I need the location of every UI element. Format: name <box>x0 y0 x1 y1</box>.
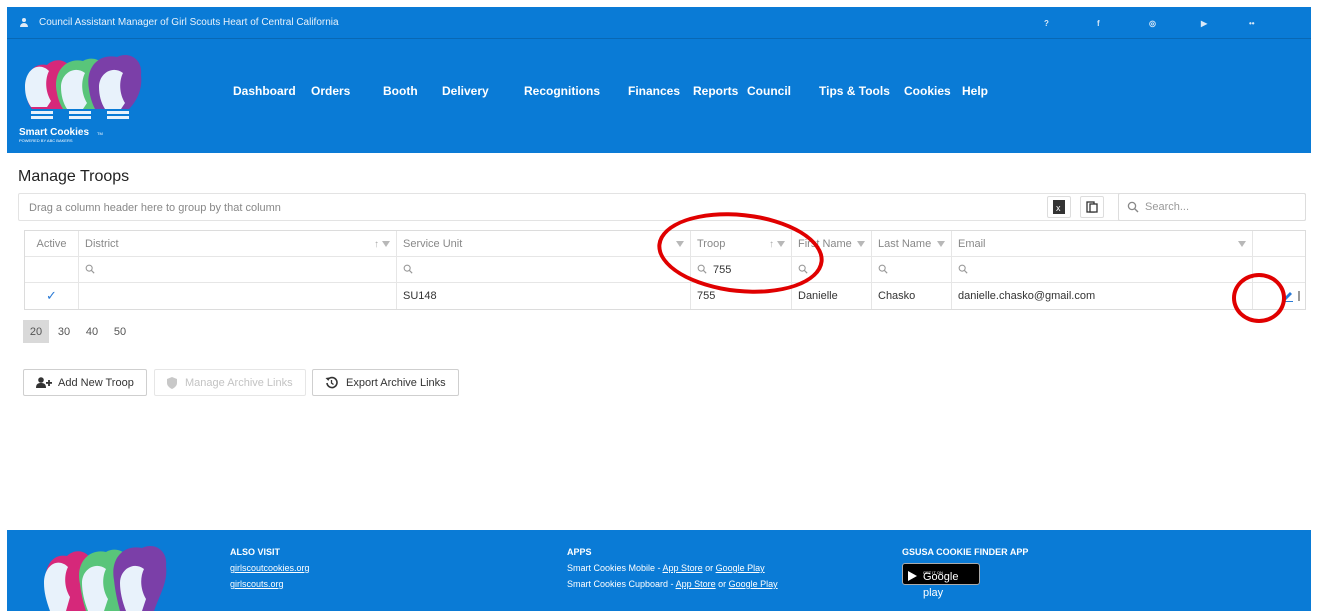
mobile-app-store-link[interactable]: App Store <box>663 563 703 573</box>
link-girlscoutcookies[interactable]: girlscoutcookies.org <box>230 563 310 573</box>
mobile-google-play-link[interactable]: Google Play <box>716 563 765 573</box>
page-size-30[interactable]: 30 <box>51 320 77 343</box>
export-excel-button[interactable]: x <box>1047 196 1071 218</box>
filter-active[interactable] <box>25 257 78 283</box>
brand-name: Smart Cookies <box>19 127 89 138</box>
column-header-service-unit[interactable]: Service Unit <box>396 231 690 257</box>
search-icon <box>1127 201 1139 213</box>
search-icon <box>403 264 413 277</box>
more-icon[interactable] <box>1297 290 1301 302</box>
apps-section: APPS Smart Cookies Mobile - App Store or… <box>567 544 778 592</box>
cell-district <box>78 283 396 309</box>
footer: ALSO VISIT girlscoutcookies.org girlscou… <box>7 530 1311 611</box>
nav-reports[interactable]: Reports <box>693 84 738 98</box>
filter-icon <box>382 240 390 247</box>
cell-last-name: Chasko <box>871 283 951 309</box>
history-icon <box>325 376 338 389</box>
play-store-icon <box>908 571 917 581</box>
google-play-badge[interactable]: GET IT ON Google play <box>902 563 980 599</box>
svg-text:x: x <box>1056 203 1061 213</box>
nav-tips-tools[interactable]: Tips & Tools <box>819 84 890 98</box>
nav-help[interactable]: Help <box>962 84 988 98</box>
excel-icon: x <box>1053 200 1065 214</box>
export-archive-links-button[interactable]: Export Archive Links <box>312 369 459 396</box>
table-row: ✓ SU148 755 Danielle Chasko danielle.cha… <box>25 283 1305 309</box>
filter-icon <box>1238 240 1246 247</box>
header: Smart Cookies TM POWERED BY ABC BAKERS D… <box>7 39 1311 153</box>
nav-dashboard[interactable]: Dashboard <box>233 84 296 98</box>
group-by-hint: Drag a column header here to group by th… <box>29 202 281 214</box>
search-icon <box>878 264 888 277</box>
active-checkbox[interactable]: ✓ <box>25 283 78 309</box>
filter-icon <box>937 240 945 247</box>
page-size-50[interactable]: 50 <box>107 320 133 343</box>
cookie-finder-title: GSUSA COOKIE FINDER APP <box>902 547 1029 557</box>
filter-district[interactable] <box>78 257 396 283</box>
column-header-active[interactable]: Active <box>25 231 78 257</box>
page-size-40[interactable]: 40 <box>79 320 105 343</box>
cupboard-app-store-link[interactable]: App Store <box>676 579 716 589</box>
column-header-last-name[interactable]: Last Name <box>871 231 951 257</box>
nav-delivery[interactable]: Delivery <box>442 84 489 98</box>
smart-cookies-logo[interactable]: Smart Cookies TM POWERED BY ABC BAKERS <box>17 47 152 147</box>
also-visit-section: ALSO VISIT girlscoutcookies.org girlscou… <box>230 544 310 592</box>
column-header-email[interactable]: Email <box>951 231 1252 257</box>
cupboard-google-play-link[interactable]: Google Play <box>729 579 778 589</box>
user-role-text: Council Assistant Manager of Girl Scouts… <box>39 17 339 28</box>
manage-archive-links-button[interactable]: Manage Archive Links <box>154 369 306 396</box>
column-chooser-button[interactable] <box>1080 196 1104 218</box>
nav-council[interactable]: Council <box>747 84 791 98</box>
filter-last-name[interactable] <box>871 257 951 283</box>
group-by-area[interactable]: Drag a column header here to group by th… <box>18 193 1306 221</box>
nav-orders[interactable]: Orders <box>311 84 350 98</box>
nav-finances[interactable]: Finances <box>628 84 680 98</box>
help-circle-icon[interactable]: ? <box>1044 7 1049 39</box>
cell-email: danielle.chasko@gmail.com <box>951 283 1252 309</box>
filter-email[interactable] <box>951 257 1252 283</box>
also-visit-title: ALSO VISIT <box>230 547 281 557</box>
brand-tm: TM <box>97 131 103 136</box>
search-placeholder: Search... <box>1145 201 1190 213</box>
column-header-actions <box>1252 231 1307 257</box>
filter-icon <box>857 240 865 247</box>
flickr-icon[interactable]: •• <box>1249 7 1255 39</box>
nav-cookies[interactable]: Cookies <box>904 84 951 98</box>
facebook-icon[interactable]: f <box>1097 7 1100 39</box>
nav-booth[interactable]: Booth <box>383 84 418 98</box>
page-size-selector: 20 30 40 50 <box>23 320 135 343</box>
shield-icon <box>167 376 177 389</box>
brand-tagline: POWERED BY ABC BAKERS <box>19 138 73 143</box>
search-icon <box>958 264 968 277</box>
user-icon <box>19 17 29 28</box>
annotation-circle-edit <box>1232 273 1286 323</box>
cell-service-unit: SU148 <box>396 283 690 309</box>
nav-recognitions[interactable]: Recognitions <box>524 84 600 98</box>
cookie-finder-section: GSUSA COOKIE FINDER APP GET IT ON Google… <box>902 544 1028 599</box>
add-user-icon <box>36 376 52 388</box>
filter-service-unit[interactable] <box>396 257 690 283</box>
top-bar: Council Assistant Manager of Girl Scouts… <box>7 7 1311 39</box>
add-new-troop-button[interactable]: Add New Troop <box>23 369 147 396</box>
youtube-icon[interactable]: ▶ <box>1201 7 1207 39</box>
page-title: Manage Troops <box>18 168 130 185</box>
link-girlscouts[interactable]: girlscouts.org <box>230 579 284 589</box>
footer-logo <box>44 546 167 611</box>
columns-icon <box>1086 201 1098 213</box>
apps-title: APPS <box>567 547 592 557</box>
search-icon <box>85 264 95 277</box>
cell-first-name: Danielle <box>791 283 871 309</box>
page-size-20[interactable]: 20 <box>23 320 49 343</box>
column-header-district[interactable]: District ↑ <box>78 231 396 257</box>
search-input[interactable]: Search... <box>1118 193 1306 221</box>
instagram-icon[interactable]: ◎ <box>1149 7 1156 39</box>
